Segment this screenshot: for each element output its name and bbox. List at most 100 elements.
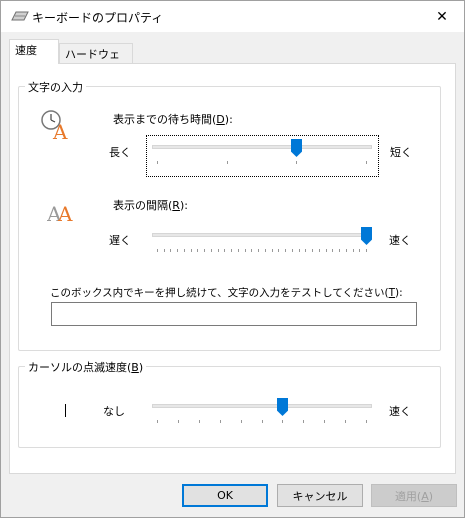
delay-label-suffix: ): xyxy=(224,113,233,126)
delay-label: 表示までの待ち時間(D): xyxy=(113,111,233,127)
rate-mnemonic: R xyxy=(172,199,180,212)
slider-tick xyxy=(178,420,179,423)
delay-slider[interactable] xyxy=(152,139,372,173)
delay-left-label: 長く xyxy=(109,146,131,159)
keyboard-properties-window: キーボードのプロパティ ✕ 速度 ハードウェア 文字の入力 A 表示までの待ち時… xyxy=(0,0,465,518)
slider-tick xyxy=(241,420,242,423)
slider-tick xyxy=(345,420,346,423)
slider-tick xyxy=(218,249,219,252)
slider-tick xyxy=(296,161,297,164)
cancel-button[interactable]: キャンセル xyxy=(277,484,363,507)
slider-tick xyxy=(326,249,327,252)
cancel-button-label: キャンセル xyxy=(292,489,348,503)
cursor-blink-label-text: カーソルの点滅速度( xyxy=(28,361,132,374)
ok-button-label: OK xyxy=(217,489,233,502)
slider-tick xyxy=(157,420,158,423)
slider-tick xyxy=(157,161,158,164)
slider-tick xyxy=(157,249,158,252)
tab-label: 速度 xyxy=(15,44,37,57)
rate-label-text: 表示の間隔( xyxy=(113,199,173,212)
slider-tick xyxy=(282,420,283,423)
svg-text:A: A xyxy=(52,120,68,140)
delay-slider-ticks xyxy=(152,161,372,165)
slider-tick xyxy=(359,249,360,252)
slider-tick xyxy=(177,249,178,252)
rate-left-label: 遅く xyxy=(109,234,131,247)
rate-slider-ticks xyxy=(152,249,372,253)
test-input[interactable] xyxy=(51,302,417,326)
slider-tick xyxy=(184,249,185,252)
svg-text:A: A xyxy=(57,202,73,224)
slider-tick xyxy=(285,249,286,252)
apply-label-text: 適用( xyxy=(394,489,422,503)
tab-hardware[interactable]: ハードウェア xyxy=(59,43,133,77)
cursor-blink-mnemonic: B xyxy=(131,361,139,374)
slider-tick xyxy=(312,249,313,252)
slider-tick xyxy=(245,249,246,252)
apply-button-label: 適用(A) xyxy=(395,488,433,504)
blink-left-label: なし xyxy=(103,405,125,418)
rate-right-label: 速く xyxy=(389,234,411,247)
rate-slider-thumb[interactable] xyxy=(361,227,372,245)
tab-speed[interactable]: 速度 xyxy=(9,39,59,64)
char-input-group-label: 文字の入力 xyxy=(25,79,86,95)
rate-label-suffix: ): xyxy=(179,199,188,212)
test-label: このボックス内でキーを押し続けて、文字の入力をテストしてください(T): xyxy=(50,285,403,300)
slider-tick xyxy=(170,249,171,252)
blink-slider-thumb[interactable] xyxy=(277,398,288,416)
test-label-suffix: ): xyxy=(395,287,403,299)
slider-tick xyxy=(265,249,266,252)
slider-tick xyxy=(353,249,354,252)
blink-slider[interactable] xyxy=(152,398,372,428)
slider-tick xyxy=(299,249,300,252)
slider-tick xyxy=(224,249,225,252)
slider-tick xyxy=(366,420,367,423)
close-icon: ✕ xyxy=(436,8,448,25)
slider-tick xyxy=(292,249,293,252)
apply-button[interactable]: 適用(A) xyxy=(371,484,457,507)
slider-tick xyxy=(227,161,228,164)
delay-right-label: 短く xyxy=(390,146,412,159)
apply-mnemonic: A xyxy=(421,489,429,503)
rate-slider[interactable] xyxy=(152,227,372,257)
slider-tick xyxy=(303,420,304,423)
cursor-blink-group-label: カーソルの点滅速度(B) xyxy=(25,359,147,375)
title-bar: キーボードのプロパティ ✕ xyxy=(1,1,464,32)
slider-tick xyxy=(319,249,320,252)
slider-tick xyxy=(211,249,212,252)
slider-tick xyxy=(262,420,263,423)
rate-slider-track xyxy=(152,233,372,237)
test-label-text: このボックス内でキーを押し続けて、文字の入力をテストしてください( xyxy=(50,287,389,299)
blink-right-label: 速く xyxy=(389,405,411,418)
slider-tick xyxy=(272,249,273,252)
slider-tick xyxy=(332,249,333,252)
blinking-cursor-preview xyxy=(65,404,66,417)
delay-mnemonic: D xyxy=(216,113,225,126)
clock-a-icon: A xyxy=(41,110,68,140)
rate-label: 表示の間隔(R): xyxy=(113,197,188,213)
cursor-blink-group: カーソルの点滅速度(B) なし 速く xyxy=(18,359,441,448)
keyboard-icon xyxy=(11,11,29,21)
slider-tick xyxy=(191,249,192,252)
apply-label-suffix: ) xyxy=(428,489,434,503)
window-title: キーボードのプロパティ xyxy=(32,11,164,25)
slider-tick xyxy=(278,249,279,252)
close-button[interactable]: ✕ xyxy=(420,1,464,32)
ok-button[interactable]: OK xyxy=(182,484,268,507)
slider-tick xyxy=(197,249,198,252)
slider-tick xyxy=(366,249,367,252)
speed-panel: 文字の入力 A 表示までの待ち時間(D): 長く 短く A A 表示の間隔(R)… xyxy=(9,63,456,474)
slider-tick xyxy=(251,249,252,252)
char-input-group: 文字の入力 A 表示までの待ち時間(D): 長く 短く A A 表示の間隔(R)… xyxy=(18,79,441,351)
slider-tick xyxy=(164,249,165,252)
slider-tick xyxy=(346,249,347,252)
delay-slider-thumb[interactable] xyxy=(291,139,302,157)
slider-tick xyxy=(258,249,259,252)
slider-tick xyxy=(231,249,232,252)
blink-slider-ticks xyxy=(152,420,372,424)
slider-tick xyxy=(204,249,205,252)
delay-slider-track xyxy=(152,145,372,149)
slider-tick xyxy=(366,161,367,164)
slider-tick xyxy=(199,420,200,423)
blink-slider-track xyxy=(152,404,372,408)
